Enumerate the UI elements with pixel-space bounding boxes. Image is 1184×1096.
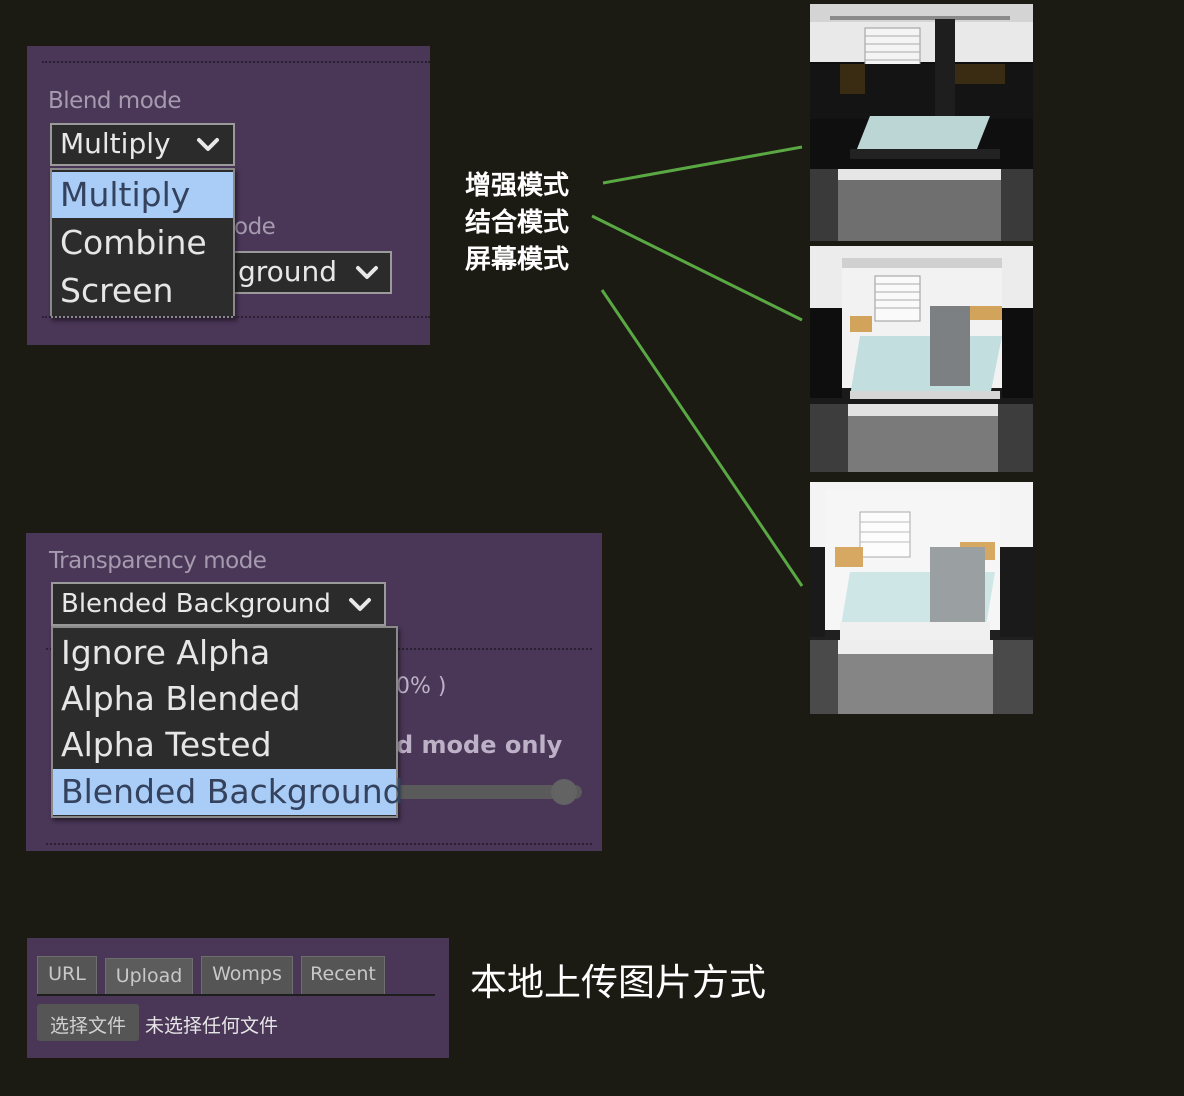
- blend-mode-dropdown: Multiply Combine Screen: [50, 168, 235, 318]
- divider: [42, 61, 430, 63]
- blend-mode-panel: Blend mode Multiply ode ground Multiply …: [27, 46, 430, 345]
- connector-line-3: [600, 289, 804, 587]
- blend-mode-label: Blend mode: [48, 88, 182, 114]
- chevron-down-icon: [346, 584, 374, 624]
- no-file-chosen-text: 未选择任何文件: [145, 1015, 279, 1037]
- tab-upload[interactable]: Upload: [105, 958, 193, 996]
- annotation-multiply: 增强模式: [465, 171, 570, 201]
- upload-caption: 本地上传图片方式: [470, 961, 766, 1004]
- connector-line-1: [602, 145, 803, 185]
- transparency-mode-select[interactable]: Blended Background: [51, 582, 386, 626]
- preview-combine: [810, 246, 1033, 472]
- option-screen[interactable]: Screen: [52, 268, 233, 314]
- option-alpha-blended[interactable]: Alpha Blended: [53, 676, 396, 722]
- hidden-select-fragment: ground: [238, 255, 338, 288]
- annotation-combine: 结合模式: [465, 208, 570, 238]
- blend-mode-selected-value: Multiply: [60, 127, 171, 160]
- option-ignore-alpha[interactable]: Ignore Alpha: [53, 630, 396, 676]
- tab-url[interactable]: URL: [37, 956, 97, 994]
- transparency-mode-dropdown: Ignore Alpha Alpha Blended Alpha Tested …: [51, 626, 404, 818]
- transparency-mode-label: Transparency mode: [49, 548, 267, 574]
- hidden-label-fragment: ode: [234, 214, 276, 240]
- hidden-select[interactable]: ground: [222, 251, 392, 294]
- preview-screen: [810, 482, 1033, 714]
- mode-annotations: 增强模式 结合模式 屏幕模式: [465, 168, 569, 279]
- option-blended-background[interactable]: Blended Background: [53, 769, 404, 815]
- blend-mode-select[interactable]: Multiply: [50, 123, 235, 166]
- transparency-mode-selected-value: Blended Background: [61, 589, 331, 619]
- slider-handle[interactable]: [551, 779, 577, 805]
- tab-baseline: [37, 994, 435, 996]
- option-alpha-tested[interactable]: Alpha Tested: [53, 722, 396, 768]
- hidden-percent-fragment: 0% ): [396, 674, 447, 699]
- divider: [42, 316, 430, 318]
- preview-multiply: [810, 4, 1033, 241]
- choose-file-button[interactable]: 选择文件: [37, 1004, 139, 1041]
- chevron-down-icon: [354, 253, 380, 291]
- connector-line-2: [591, 214, 803, 322]
- upload-panel: URL Upload Womps Recent 选择文件 未选择任何文件: [27, 938, 449, 1058]
- option-combine[interactable]: Combine: [52, 220, 233, 266]
- tab-recent[interactable]: Recent: [301, 956, 385, 994]
- divider: [46, 843, 592, 845]
- tab-womps[interactable]: Womps: [201, 956, 293, 994]
- hidden-mode-only-fragment: d mode only: [396, 731, 563, 759]
- chevron-down-icon: [195, 125, 221, 163]
- option-multiply[interactable]: Multiply: [52, 172, 233, 218]
- annotation-screen: 屏幕模式: [465, 245, 570, 275]
- transparency-mode-panel: Transparency mode Blended Background 0% …: [26, 533, 602, 851]
